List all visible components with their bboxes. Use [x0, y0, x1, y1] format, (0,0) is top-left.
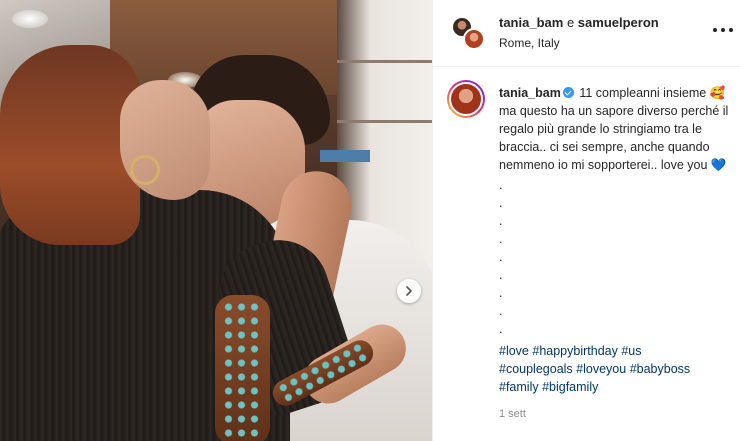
more-horizontal-icon — [729, 28, 733, 32]
verified-badge-icon — [562, 87, 574, 98]
smiling-hearts-emoji: 🥰 — [709, 85, 726, 100]
photo-earring — [130, 155, 160, 185]
blue-heart-emoji: 💙 — [710, 157, 727, 172]
hashtag-link[interactable]: #couplegoals — [499, 362, 573, 376]
caption-dot: . — [499, 196, 503, 210]
hashtag-link[interactable]: #us — [621, 344, 641, 358]
post-caption: tania_bam 11 compleanni insieme 🥰 ma que… — [433, 68, 740, 441]
author-link[interactable]: tania_bam — [499, 15, 563, 30]
photo-shelf-edge — [337, 120, 432, 123]
caption-body: ma questo ha un sapore diverso perché il… — [499, 104, 729, 172]
caption-hashtags: #love #happybirthday #us #couplegoals #l… — [499, 342, 731, 396]
photo-cake-decoration — [222, 300, 262, 440]
photo-object — [320, 150, 370, 162]
hashtag-link[interactable]: #babyboss — [630, 362, 690, 376]
post-timestamp[interactable]: 1 sett — [499, 408, 526, 420]
photo-woman-hair — [0, 45, 140, 245]
caption-dot: . — [499, 268, 503, 282]
post-side-panel: tania_bam e samuelperon Rome, Italy tani… — [432, 0, 740, 441]
photo-woman-face — [120, 80, 210, 200]
next-photo-button[interactable] — [397, 279, 421, 303]
caption-dot: . — [499, 250, 503, 264]
hashtag-link[interactable]: #happybirthday — [532, 344, 617, 358]
caption-text: tania_bam 11 compleanni insieme 🥰 ma que… — [499, 84, 731, 396]
post-photo[interactable] — [0, 0, 432, 441]
photo-light — [12, 10, 48, 28]
post-authors: tania_bam e samuelperon — [499, 15, 659, 30]
more-horizontal-icon — [713, 28, 717, 32]
caption-line1: 11 compleanni insieme — [579, 86, 707, 100]
more-options-button[interactable] — [713, 22, 733, 38]
more-horizontal-icon — [721, 28, 725, 32]
chevron-right-icon — [406, 286, 412, 296]
caption-dot: . — [499, 322, 503, 336]
hashtag-link[interactable]: #love — [499, 344, 529, 358]
caption-dot: . — [499, 286, 503, 300]
author-conjunction: e — [566, 15, 575, 30]
caption-username[interactable]: tania_bam — [499, 86, 561, 100]
hashtag-link[interactable]: #loveyou — [576, 362, 626, 376]
caption-dot: . — [499, 214, 503, 228]
caption-dot: . — [499, 178, 503, 192]
hashtag-link[interactable]: #family — [499, 380, 539, 394]
collab-avatars[interactable] — [451, 16, 487, 52]
caption-dots: . . . . . . . . . — [499, 176, 731, 338]
caption-dot: . — [499, 304, 503, 318]
avatar[interactable] — [463, 28, 485, 50]
caption-dot: . — [499, 232, 503, 246]
author-link[interactable]: samuelperon — [578, 15, 659, 30]
avatar[interactable] — [447, 80, 485, 118]
hashtag-link[interactable]: #bigfamily — [542, 380, 598, 394]
location-link[interactable]: Rome, Italy — [499, 36, 560, 50]
photo-shelf-edge — [337, 60, 432, 63]
post-header: tania_bam e samuelperon Rome, Italy — [433, 0, 740, 67]
